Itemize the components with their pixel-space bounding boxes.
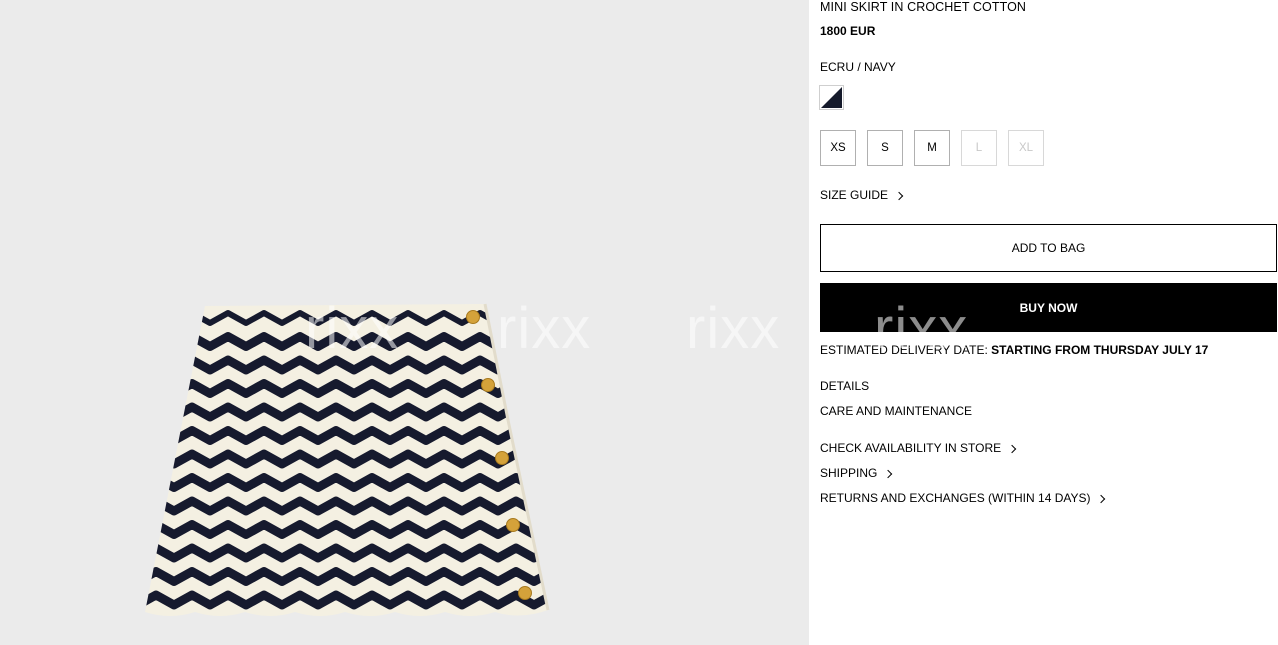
- skirt-gold-button: [495, 451, 509, 465]
- skirt-gold-button: [518, 586, 532, 600]
- check-availability-link[interactable]: CHECK AVAILABILITY IN STORE: [820, 441, 1017, 455]
- skirt-gold-button: [506, 518, 520, 532]
- product-image: [145, 303, 550, 616]
- add-to-bag-button[interactable]: ADD TO BAG: [820, 224, 1277, 272]
- size-guide-link[interactable]: SIZE GUIDE: [820, 188, 904, 202]
- details-toggle[interactable]: DETAILS: [820, 379, 869, 393]
- size-selector: XS S M L XL: [820, 130, 1044, 166]
- check-availability-label: CHECK AVAILABILITY IN STORE: [820, 441, 1002, 455]
- skirt-stripe: [145, 355, 548, 375]
- skirt-gold-button: [466, 310, 480, 324]
- returns-link[interactable]: RETURNS AND EXCHANGES (WITHIN 14 DAYS): [820, 491, 1106, 505]
- skirt-stripe: [145, 332, 548, 351]
- buy-now-button[interactable]: BUY NOW: [820, 283, 1277, 332]
- returns-label: RETURNS AND EXCHANGES (WITHIN 14 DAYS): [820, 491, 1091, 505]
- shipping-link[interactable]: SHIPPING: [820, 466, 893, 480]
- size-button-s[interactable]: S: [867, 130, 903, 166]
- size-button-m[interactable]: M: [914, 130, 950, 166]
- product-image-panel[interactable]: [0, 0, 809, 645]
- estimated-delivery: ESTIMATED DELIVERY DATE: STARTING FROM T…: [820, 343, 1208, 357]
- chevron-right-icon: [884, 469, 893, 478]
- chevron-right-icon: [1007, 444, 1017, 453]
- product-price: 1800 EUR: [820, 24, 876, 38]
- chevron-right-icon: [1097, 494, 1106, 503]
- size-button-xs[interactable]: XS: [820, 130, 856, 166]
- product-title: MINI SKIRT IN CROCHET COTTON: [820, 0, 1027, 14]
- skirt-gold-button: [481, 378, 495, 392]
- size-button-xl[interactable]: XL: [1008, 130, 1044, 166]
- chevron-right-icon: [894, 191, 904, 200]
- color-name: ECRU / NAVY: [820, 60, 896, 74]
- care-maintenance-toggle[interactable]: CARE AND MAINTENANCE: [820, 404, 972, 418]
- swatch-graphic: [821, 87, 842, 108]
- delivery-label: ESTIMATED DELIVERY DATE:: [820, 343, 988, 357]
- color-swatch-ecru-navy[interactable]: [819, 85, 844, 110]
- size-button-l[interactable]: L: [961, 130, 997, 166]
- delivery-date: STARTING FROM THURSDAY JULY 17: [991, 343, 1209, 357]
- shipping-label: SHIPPING: [820, 466, 878, 480]
- size-guide-label: SIZE GUIDE: [820, 188, 889, 202]
